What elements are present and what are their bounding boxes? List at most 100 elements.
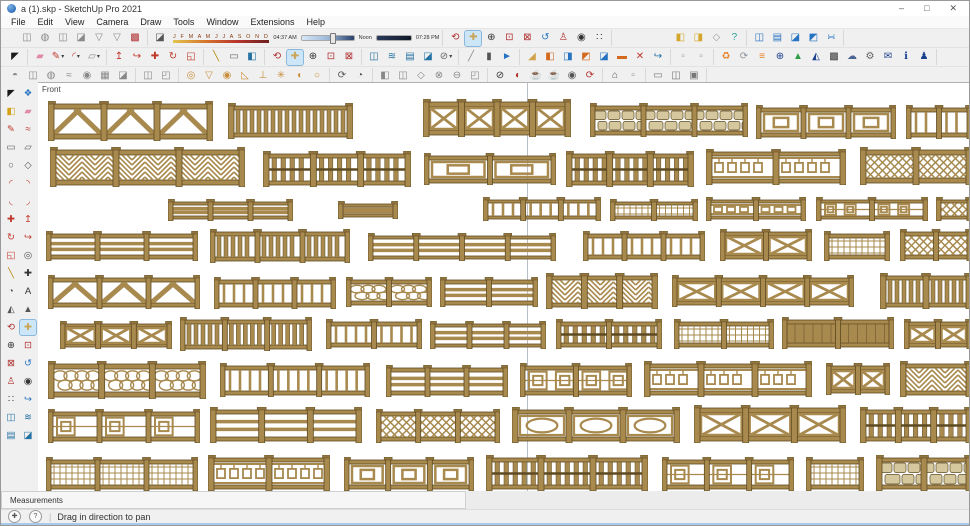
shadow-toggle-icon[interactable]: ◪ [152,31,168,46]
layout-icon-4[interactable]: ◩ [805,31,821,46]
fence-model-squares[interactable] [662,457,794,491]
fence-model-hbars[interactable] [210,407,362,443]
fence-model-xcross[interactable] [826,363,890,395]
next-view-icon[interactable]: ↪ [20,392,36,407]
line-tool-icon[interactable]: ✎ [3,122,19,137]
section-fill-icon[interactable]: ≋ [384,50,400,65]
section-plane-icon[interactable]: ◫ [366,50,382,65]
paint-bucket-icon[interactable]: ◧ [3,104,19,119]
fence-model-rectpanel[interactable] [344,457,474,491]
section-plane-icon[interactable]: ◫ [3,410,19,425]
pattern-icon[interactable]: ▩ [826,50,842,65]
fence-model-picket[interactable] [210,229,350,263]
scale-tool-icon[interactable]: ◱ [183,50,199,65]
menu-item-camera[interactable]: Camera [90,16,134,28]
fence-model-meander[interactable] [644,361,812,397]
mini-frame-icon-2[interactable]: ▫ [693,50,709,65]
freehand-tool-icon[interactable]: ≈ [20,122,36,137]
walk-tool-icon[interactable]: ∷ [591,31,607,46]
tape-measure-icon[interactable]: ╲ [3,266,19,281]
fence-model-picket[interactable] [228,103,353,139]
layout-icon-2[interactable]: ▤ [769,31,785,46]
eraser-tool-icon[interactable]: ▰ [20,104,36,119]
rotate-tool-icon[interactable]: ↻ [165,50,181,65]
fence-model-hbars[interactable] [368,233,556,261]
text-tool-icon[interactable]: A [20,284,36,299]
two-point-arc-icon[interactable]: ◝ [20,176,36,191]
layout-icon-1[interactable]: ◫ [751,31,767,46]
menu-item-draw[interactable]: Draw [134,16,167,28]
fence-model-solid[interactable] [782,317,894,349]
solid-trim-icon[interactable]: ◩ [578,50,594,65]
fence-model-woven[interactable] [50,147,245,187]
look-around-icon[interactable]: ◉ [20,374,36,389]
fence-model-diagonal[interactable] [48,101,213,141]
arc-tool-icon[interactable]: ◜▾ [68,50,84,65]
fence-model-woven[interactable] [900,361,969,397]
section-fill-icon[interactable]: ≋ [20,410,36,425]
fence-model-xcross[interactable] [904,319,969,349]
minimize-button[interactable]: – [899,3,904,14]
fence-model-hbars[interactable] [46,231,198,261]
fence-model-hbars[interactable] [440,277,538,307]
scale-tool-icon[interactable]: ◱ [3,248,19,263]
orbit-tool-icon[interactable]: ⟲ [3,320,19,335]
fence-model-xcross[interactable] [60,321,172,349]
menu-item-window[interactable]: Window [200,16,244,28]
section-display-icon[interactable]: ▤ [402,50,418,65]
dropdown-caret-icon[interactable]: ▾ [77,54,80,60]
fence-model-grid[interactable] [46,457,198,491]
solid-subtract-icon[interactable]: ◨ [560,50,576,65]
close-button[interactable]: ✕ [949,3,957,14]
position-camera-icon[interactable]: ♙ [3,374,19,389]
dropdown-caret-icon[interactable]: ▾ [61,54,64,60]
settings-gear-icon[interactable]: ⚙ [862,50,878,65]
upload-icon[interactable]: ▲ [790,50,806,65]
fence-model-stone[interactable] [590,103,748,137]
layout-icon-5[interactable]: ∺ [823,31,839,46]
info-icon[interactable]: ℹ [898,50,914,65]
fence-model-oval[interactable] [512,407,680,443]
fence-model-vbars[interactable] [220,363,370,397]
pan-tool-icon[interactable]: ✚ [20,320,36,335]
select-tool-icon[interactable]: ◤ [7,50,23,65]
fence-model-grid[interactable] [674,319,774,349]
fence-model-xcross[interactable] [423,99,571,137]
section-cut-icon[interactable]: ◪ [20,428,36,443]
followme-tool-icon[interactable]: ↪ [129,50,145,65]
construction-line-icon[interactable]: ╱ [463,50,479,65]
fence-model-squares[interactable] [816,197,928,221]
smart-arrow-icon[interactable]: ► [499,50,515,65]
fence-model-woven[interactable] [546,273,658,309]
drawing-canvas[interactable]: Front [38,82,969,491]
fence-model-vbars[interactable] [483,197,601,221]
fence-model-meander[interactable] [706,149,846,185]
followme-tool-icon[interactable]: ↪ [20,230,36,245]
orbit-tool-icon[interactable]: ⟲ [447,31,463,46]
help-icon[interactable]: ? [29,510,42,523]
polygon-tool-icon[interactable]: ◇ [20,158,36,173]
zoom-previous-icon[interactable]: ↺ [537,31,553,46]
offset-tool-icon[interactable]: ◎ [20,248,36,263]
solid-union-icon[interactable]: ◧ [542,50,558,65]
orbit-tool-icon[interactable]: ⟲ [269,50,285,65]
chisel-tool-icon[interactable]: ◢ [524,50,540,65]
section-cut-icon[interactable]: ◪ [420,50,436,65]
measurements-box[interactable]: Measurements [1,491,466,509]
slider-handle[interactable] [330,33,336,44]
position-camera-icon[interactable]: ♙ [555,31,571,46]
fence-model-balusters[interactable] [566,151,694,187]
move-tool-icon[interactable]: ✚ [147,50,163,65]
fence-model-vbars[interactable] [906,105,969,139]
lasso-plugin-icon[interactable]: ❖ [20,86,36,101]
fence-model-stone[interactable] [876,455,969,491]
fence-model-lattice[interactable] [936,197,969,221]
recycle-extension-icon[interactable]: ♻ [718,50,734,65]
geolocation-icon[interactable]: ✚ [8,510,21,523]
shapes-tool-icon[interactable]: ▱▾ [86,50,102,65]
fence-model-squares[interactable] [48,409,200,443]
zoom-tool-icon[interactable]: ⊕ [483,31,499,46]
fence-model-rope[interactable] [346,277,432,307]
component-box-icon-2[interactable]: ◨ [690,31,706,46]
fence-model-lattice[interactable] [376,409,500,443]
